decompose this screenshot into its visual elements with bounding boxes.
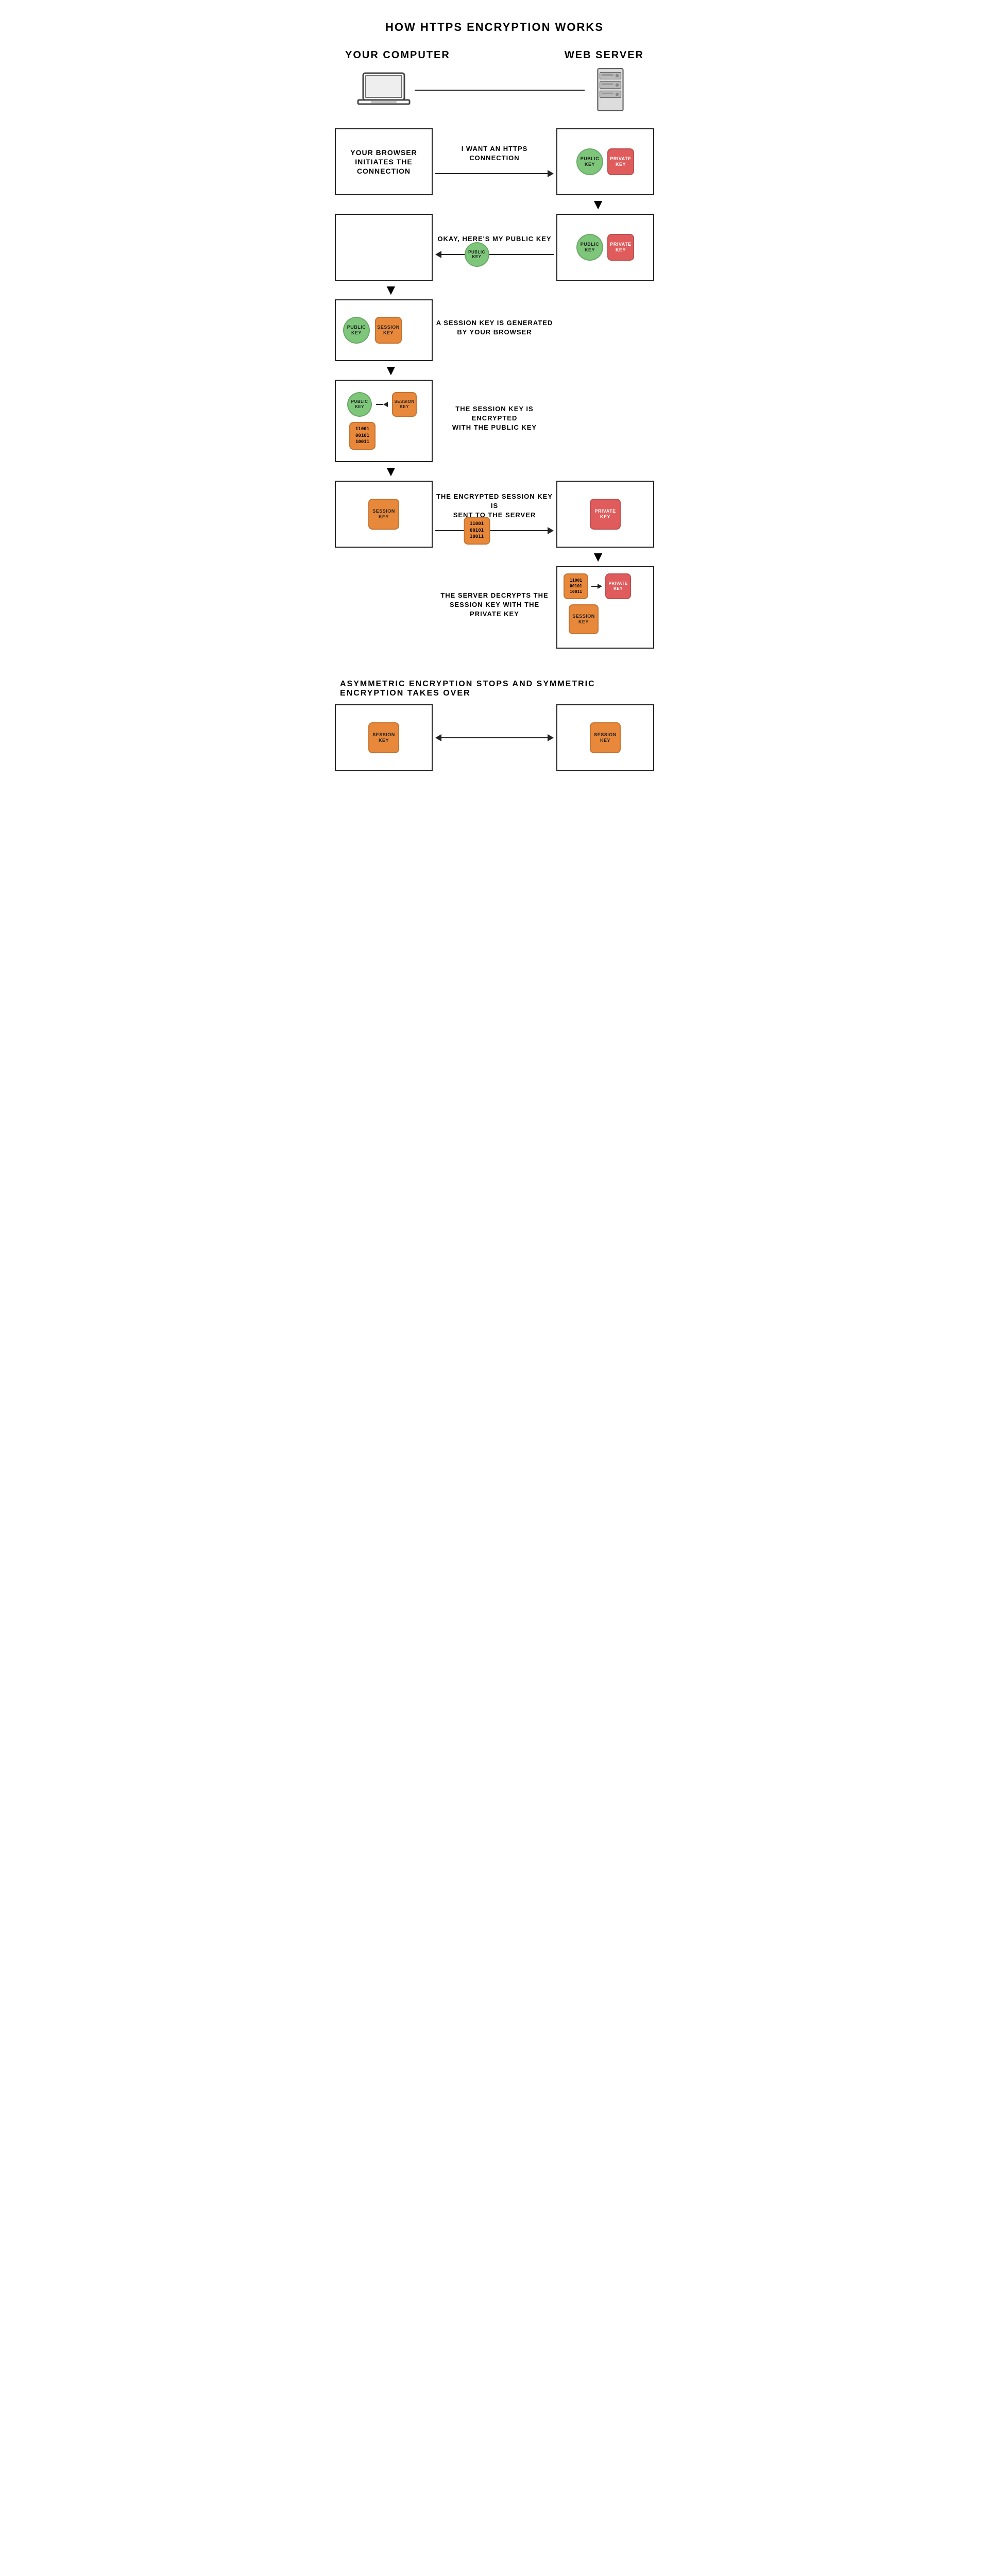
step5-left-box: SESSIONKEY <box>335 481 433 548</box>
step1-private-key: PRIVATEKEY <box>607 148 634 175</box>
bottom-middle <box>433 704 556 771</box>
step3-public-key: PUBLICKEY <box>343 317 370 344</box>
step3-session-key: SESSIONKEY <box>375 317 402 344</box>
step6-middle: THE SERVER DECRYPTS THESESSION KEY WITH … <box>433 566 556 649</box>
step6-encrypted: 110010010110011 <box>564 573 588 599</box>
step4-small-arrow <box>376 402 388 407</box>
step1-right-keys: PUBLICKEY PRIVATEKEY <box>576 148 634 175</box>
step5-middle-text: THE ENCRYPTED SESSION KEY ISSENT TO THE … <box>435 492 554 520</box>
step2-right-keys: PUBLICKEY PRIVATEKEY <box>576 234 634 261</box>
step4-right-spacer <box>556 380 654 462</box>
main-title: HOW HTTPS ENCRYPTION WORKS <box>385 21 604 34</box>
step1-left-text: YOUR BROWSERINITIATES THECONNECTION <box>350 148 417 176</box>
bottom-both-arrow <box>435 734 554 741</box>
step6-middle-text: THE SERVER DECRYPTS THESESSION KEY WITH … <box>435 591 554 619</box>
step1-public-key: PUBLICKEY <box>576 148 603 175</box>
arrow-after-step1: ▼ <box>335 197 654 212</box>
page: HOW HTTPS ENCRYPTION WORKS YOUR COMPUTER… <box>335 21 654 792</box>
arrow-after-step4: ▼ <box>335 464 654 479</box>
step5-right-box: PRIVATEKEY <box>556 481 654 548</box>
step6-encrypt-row: 110010010110011 PRIVATEKEY <box>564 573 631 599</box>
step5-arrow <box>435 527 554 534</box>
step2-middle: OKAY, HERE'S MY PUBLIC KEY PUBLICKEY <box>433 214 556 281</box>
step2-arrow <box>435 251 554 258</box>
step1-right-box: PUBLICKEY PRIVATEKEY <box>556 128 654 195</box>
bottom-row: SESSIONKEY SESSIONKEY <box>335 704 654 771</box>
step2-left-box <box>335 214 433 281</box>
step1-middle-text: I WANT AN HTTPS CONNECTION <box>435 144 554 163</box>
step2-right-box: PUBLICKEY PRIVATEKEY <box>556 214 654 281</box>
bottom-right-session-key: SESSIONKEY <box>590 722 621 753</box>
step1-arrow <box>435 170 554 177</box>
step2-public-key: PUBLICKEY <box>576 234 603 261</box>
bottom-left-session-key: SESSIONKEY <box>368 722 399 753</box>
step3-row: PUBLICKEY SESSIONKEY A SESSION KEY IS GE… <box>335 299 654 361</box>
step6-inner-arrow <box>591 584 602 589</box>
arrow-after-step3: ▼ <box>335 363 654 378</box>
step5-private-key: PRIVATEKEY <box>590 499 621 530</box>
step4-keys-row: PUBLICKEY SESSIONKEY <box>347 392 417 417</box>
step5-row: SESSIONKEY THE ENCRYPTED SESSION KEY ISS… <box>335 481 654 548</box>
step4-encrypted-block: 110010010110011 <box>349 422 376 450</box>
step3-middle: A SESSION KEY IS GENERATEDBY YOUR BROWSE… <box>433 299 556 361</box>
laptop-icon <box>355 69 412 110</box>
step5-arrow-area: 110010010110011 <box>435 525 554 536</box>
step4-left-box: PUBLICKEY SESSIONKEY 110010010110011 <box>335 380 433 462</box>
your-computer-label: YOUR COMPUTER <box>345 49 450 61</box>
step4-middle-text: THE SESSION KEY IS ENCRYPTEDWITH THE PUB… <box>435 404 554 433</box>
bottom-left-box: SESSIONKEY <box>335 704 433 771</box>
step2-traveling-key: PUBLICKEY <box>465 242 489 267</box>
step4-middle: THE SESSION KEY IS ENCRYPTEDWITH THE PUB… <box>433 380 556 462</box>
step2-arrow-area: PUBLICKEY <box>435 249 554 260</box>
step3-left-box: PUBLICKEY SESSIONKEY <box>335 299 433 361</box>
step1-left-box: YOUR BROWSERINITIATES THECONNECTION <box>335 128 433 195</box>
step6-left-spacer <box>335 566 433 649</box>
step6-private-key: PRIVATEKEY <box>605 573 631 599</box>
header-row: YOUR COMPUTER WEB SERVER <box>335 49 654 61</box>
step1-middle: I WANT AN HTTPS CONNECTION <box>433 128 556 195</box>
step5-session-key: SESSIONKEY <box>368 499 399 530</box>
step4-session-key: SESSIONKEY <box>392 392 417 417</box>
bottom-right-box: SESSIONKEY <box>556 704 654 771</box>
step4-row: PUBLICKEY SESSIONKEY 110010010110011 THE… <box>335 380 654 462</box>
header-icons-row <box>335 66 654 113</box>
step1-row: YOUR BROWSERINITIATES THECONNECTION I WA… <box>335 128 654 195</box>
step4-inner: PUBLICKEY SESSIONKEY 110010010110011 <box>342 387 422 455</box>
arrow-after-step5: ▼ <box>335 550 654 564</box>
bottom-section-label: ASYMMETRIC ENCRYPTION STOPS AND SYMMETRI… <box>335 680 654 698</box>
server-icon <box>587 66 634 113</box>
step6-right-box: 110010010110011 PRIVATEKEY SESSIONKEY <box>556 566 654 649</box>
step2-row: OKAY, HERE'S MY PUBLIC KEY PUBLICKEY PUB… <box>335 214 654 281</box>
step4-public-key: PUBLICKEY <box>347 392 372 417</box>
step6-right-content: 110010010110011 PRIVATEKEY SESSIONKEY <box>564 573 647 634</box>
web-server-label: WEB SERVER <box>565 49 644 61</box>
step4-encrypted: 110010010110011 <box>349 422 376 450</box>
step5-middle: THE ENCRYPTED SESSION KEY ISSENT TO THE … <box>433 481 556 548</box>
step6-session-key: SESSIONKEY <box>569 604 599 634</box>
step6-row: THE SERVER DECRYPTS THESESSION KEY WITH … <box>335 566 654 649</box>
arrow-after-step2: ▼ <box>335 283 654 297</box>
step3-right-spacer <box>556 299 654 361</box>
step2-middle-text: OKAY, HERE'S MY PUBLIC KEY <box>437 234 551 244</box>
step2-private-key: PRIVATEKEY <box>607 234 634 261</box>
step5-encrypted-traveling: 110010010110011 <box>464 517 490 545</box>
step6-result-key: SESSIONKEY <box>569 604 599 634</box>
step3-middle-text: A SESSION KEY IS GENERATEDBY YOUR BROWSE… <box>436 318 553 337</box>
